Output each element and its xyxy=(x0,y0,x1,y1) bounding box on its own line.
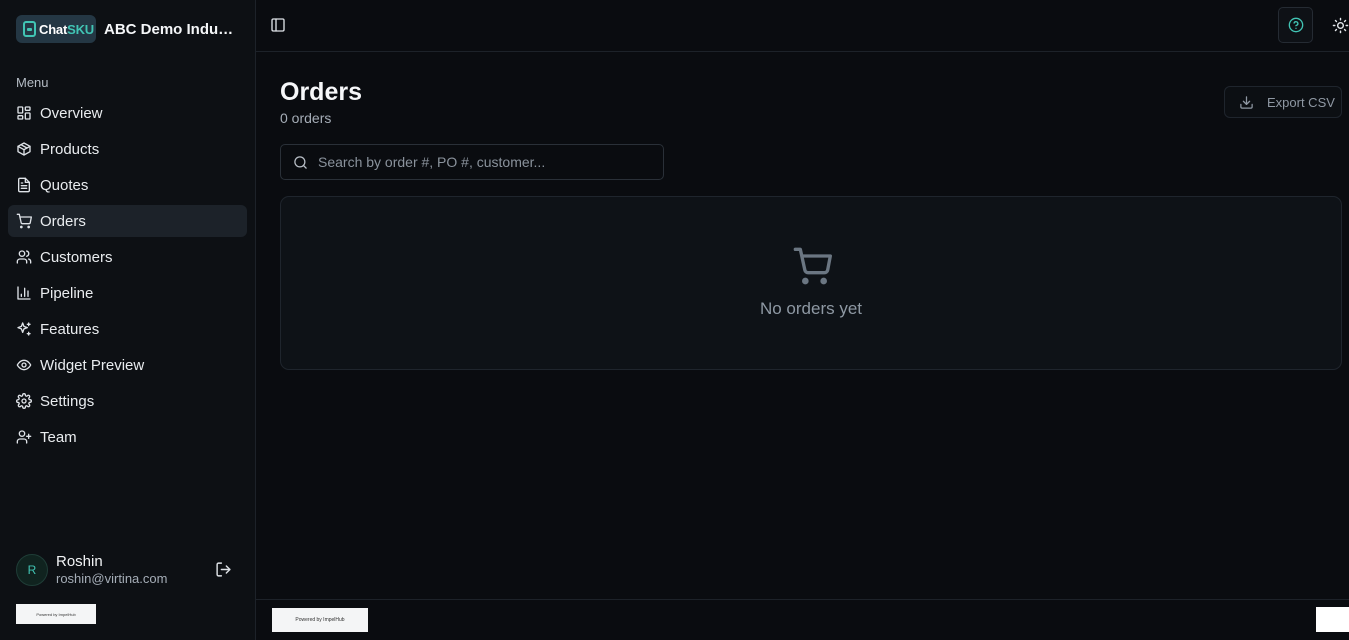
sidebar-item-label: Features xyxy=(40,320,100,338)
sidebar-item-label: Customers xyxy=(40,248,113,266)
eye-icon xyxy=(16,357,32,373)
cart-icon xyxy=(792,246,832,286)
sidebar-item-label: Team xyxy=(40,428,77,446)
brand[interactable]: ChatSKU ABC Demo Industries xyxy=(16,15,238,43)
sidebar-item-team[interactable]: Team xyxy=(8,421,247,453)
sidebar-item-widget-preview[interactable]: Widget Preview xyxy=(8,349,247,381)
users-icon xyxy=(16,249,32,265)
sidebar-nav: Overview Products Quotes Orders Customer… xyxy=(8,97,247,457)
export-csv-button[interactable]: Export CSV xyxy=(1224,86,1342,118)
user-profile: R Roshin roshin@virtina.com xyxy=(16,553,240,587)
empty-state-message: No orders yet xyxy=(759,299,863,318)
user-plus-icon xyxy=(16,429,32,445)
grid-icon xyxy=(16,105,32,121)
user-email: roshin@virtina.com xyxy=(56,571,168,586)
gear-icon xyxy=(16,393,32,409)
org-name: ABC Demo Industries xyxy=(104,20,238,38)
user-info: Roshin roshin@virtina.com xyxy=(56,553,167,587)
sidebar-item-quotes[interactable]: Quotes xyxy=(8,169,247,201)
sidebar-item-label: Products xyxy=(40,140,100,158)
help-button[interactable] xyxy=(1278,7,1313,43)
cart-icon xyxy=(16,213,32,229)
sidebar-toggle-icon[interactable] xyxy=(270,17,286,33)
empty-state-card: No orders yet xyxy=(280,196,1342,370)
order-count: 0 orders xyxy=(280,110,332,126)
user-name: Roshin xyxy=(56,553,103,570)
logo-text: ChatSKU xyxy=(39,21,94,37)
chatsku-logo[interactable]: ChatSKU xyxy=(16,15,96,43)
package-icon xyxy=(16,141,32,157)
sidebar-item-overview[interactable]: Overview xyxy=(8,97,247,129)
export-csv-label: Export CSV xyxy=(1267,94,1335,110)
sidebar-item-label: Orders xyxy=(40,212,86,230)
corner-badge[interactable] xyxy=(1316,607,1349,632)
sidebar-item-orders[interactable]: Orders xyxy=(8,205,247,237)
powered-by-badge[interactable]: Powered by ImpelHub xyxy=(16,604,96,624)
sidebar-item-label: Widget Preview xyxy=(40,356,145,374)
sun-icon[interactable] xyxy=(1332,17,1349,34)
logo-bot-icon xyxy=(23,21,36,37)
search-icon xyxy=(293,155,308,170)
avatar[interactable]: R xyxy=(16,554,48,586)
file-text-icon xyxy=(16,177,32,193)
sidebar-item-customers[interactable]: Customers xyxy=(8,241,247,273)
sidebar-item-products[interactable]: Products xyxy=(8,133,247,165)
sidebar: ChatSKU ABC Demo Industries Menu Overvie… xyxy=(0,0,256,640)
sidebar-item-settings[interactable]: Settings xyxy=(8,385,247,417)
sidebar-item-label: Pipeline xyxy=(40,284,94,302)
sparkles-icon xyxy=(16,321,32,337)
sidebar-item-label: Settings xyxy=(40,392,95,410)
help-circle-icon xyxy=(1288,17,1304,33)
powered-by-badge[interactable]: Powered by ImpelHub xyxy=(272,608,368,632)
sidebar-item-features[interactable]: Features xyxy=(8,313,247,345)
sidebar-item-label: Overview xyxy=(40,104,103,122)
sidebar-item-pipeline[interactable]: Pipeline xyxy=(8,277,247,309)
sidebar-item-label: Quotes xyxy=(40,176,89,194)
search-box xyxy=(280,144,664,180)
top-header xyxy=(256,0,1349,52)
download-icon xyxy=(1239,95,1254,110)
logout-icon[interactable] xyxy=(215,561,232,578)
menu-section-label: Menu xyxy=(16,75,49,90)
search-input[interactable] xyxy=(318,154,648,170)
page-title: Orders xyxy=(280,78,362,106)
bar-chart-icon xyxy=(16,285,32,301)
footer-divider xyxy=(256,599,1349,600)
